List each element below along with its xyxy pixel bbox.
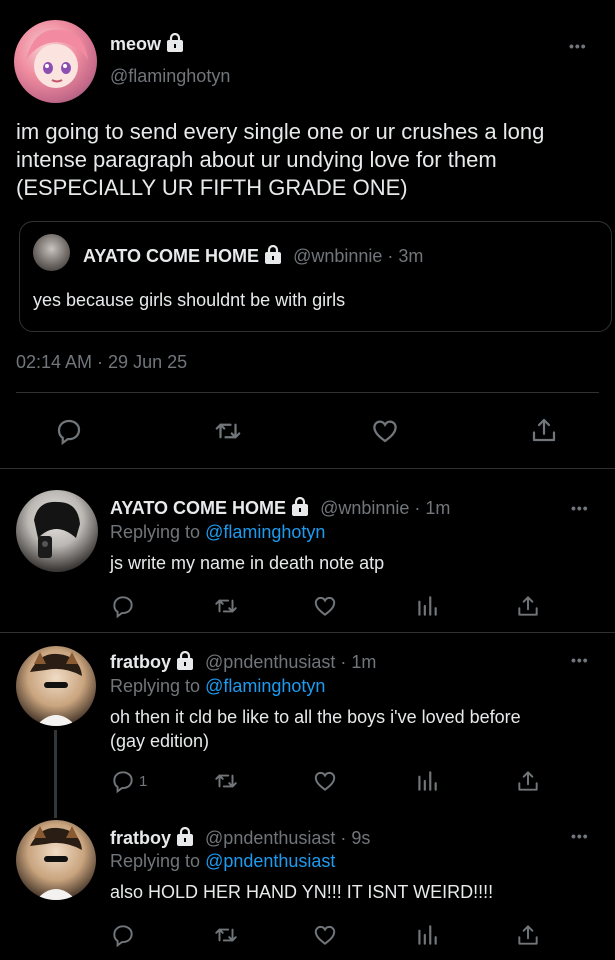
more-icon[interactable]: ••• xyxy=(571,652,589,668)
lock-icon xyxy=(166,32,184,58)
reply-2-time[interactable]: · 1m xyxy=(340,652,376,672)
main-tweet-text: im going to send every single one or ur … xyxy=(16,119,545,200)
quote-display-name: AYATO COME HOME xyxy=(83,246,260,266)
main-handle[interactable]: @flaminghotyn xyxy=(110,64,230,88)
divider xyxy=(0,632,615,633)
quote-card[interactable]: AYATO COME HOME @wnbinnie · 3m yes becau… xyxy=(19,221,612,332)
retweet-icon[interactable] xyxy=(212,593,240,619)
reply-icon[interactable] xyxy=(110,593,136,619)
reply-icon[interactable] xyxy=(110,922,136,948)
reply-1-avatar[interactable] xyxy=(16,490,98,572)
reply-1-replying-row: Replying to @flaminghotyn xyxy=(110,520,325,544)
replying-to-label: Replying to xyxy=(110,851,201,871)
main-display-name[interactable]: meow xyxy=(110,34,161,54)
avatar-main[interactable] xyxy=(14,20,97,103)
views-icon[interactable] xyxy=(414,768,440,794)
reply-1-time[interactable]: · 1m xyxy=(414,498,450,518)
more-icon[interactable]: ••• xyxy=(571,828,589,844)
replying-to-label: Replying to xyxy=(110,522,201,542)
reply-icon[interactable]: 1 xyxy=(110,768,147,794)
quote-text: yes because girls shouldnt be with girls xyxy=(33,290,346,310)
quote-handle: @wnbinnie xyxy=(293,246,383,266)
reply-3-time[interactable]: · 9s xyxy=(340,828,370,848)
divider xyxy=(16,392,599,393)
reply-2-handle[interactable]: @pndenthusiast xyxy=(205,652,335,672)
reply-2-avatar[interactable] xyxy=(16,646,96,726)
like-icon[interactable] xyxy=(370,416,400,446)
reply-3-replying-row: Replying to @pndenthusiast xyxy=(110,849,335,873)
replying-to-link[interactable]: @flaminghotyn xyxy=(205,676,325,696)
retweet-icon[interactable] xyxy=(212,768,240,794)
retweet-icon[interactable] xyxy=(212,416,244,446)
replying-to-link[interactable]: @flaminghotyn xyxy=(205,522,325,542)
reply-2-text-line-2: (gay edition) xyxy=(110,731,210,751)
like-icon[interactable] xyxy=(312,593,338,619)
quote-author-row: AYATO COME HOME @wnbinnie · 3m xyxy=(83,244,423,270)
reply-icon[interactable] xyxy=(54,416,84,446)
share-icon[interactable] xyxy=(515,921,541,949)
reply-1-display-name[interactable]: AYATO COME HOME xyxy=(110,498,286,518)
thread-connector xyxy=(54,730,57,818)
more-icon[interactable]: ••• xyxy=(571,500,589,516)
replying-to-label: Replying to xyxy=(110,676,201,696)
views-icon[interactable] xyxy=(414,593,440,619)
replying-to-link[interactable]: @pndenthusiast xyxy=(205,851,335,871)
reply-2-replying-row: Replying to @flaminghotyn xyxy=(110,674,325,698)
lock-icon xyxy=(264,244,282,270)
reply-1-text: js write my name in death note atp xyxy=(110,553,385,573)
reply-1-handle[interactable]: @wnbinnie xyxy=(320,498,409,518)
lock-icon xyxy=(291,496,309,522)
reply-3-text: also HOLD HER HAND YN!!! IT ISNT WEIRD!!… xyxy=(110,882,494,902)
main-timestamp[interactable]: 02:14 AM · 29 Jun 25 xyxy=(16,350,187,374)
main-more-icon[interactable]: ••• xyxy=(569,38,587,54)
divider xyxy=(0,468,615,469)
retweet-icon[interactable] xyxy=(212,922,240,948)
reply-count: 1 xyxy=(139,772,148,790)
quote-time: · 3m xyxy=(387,246,424,266)
reply-2-display-name[interactable]: fratboy xyxy=(110,652,171,672)
reply-3-avatar[interactable] xyxy=(16,820,96,900)
share-icon[interactable] xyxy=(529,414,559,446)
reply-3-handle[interactable]: @pndenthusiast xyxy=(205,828,335,848)
quote-avatar xyxy=(33,234,70,271)
like-icon[interactable] xyxy=(312,922,338,948)
share-icon[interactable] xyxy=(515,592,541,620)
views-icon[interactable] xyxy=(414,922,440,948)
reply-2-text-line-1: oh then it cld be like to all the boys i… xyxy=(110,707,521,727)
main-author-row: meow xyxy=(110,32,184,58)
reply-1-author-row: AYATO COME HOME @wnbinnie · 1m xyxy=(110,496,450,522)
like-icon[interactable] xyxy=(312,768,338,794)
share-icon[interactable] xyxy=(515,767,541,795)
reply-3-display-name[interactable]: fratboy xyxy=(110,828,171,848)
reply-2-author-row: fratboy @pndenthusiast · 1m xyxy=(110,650,376,676)
lock-icon xyxy=(176,650,194,676)
